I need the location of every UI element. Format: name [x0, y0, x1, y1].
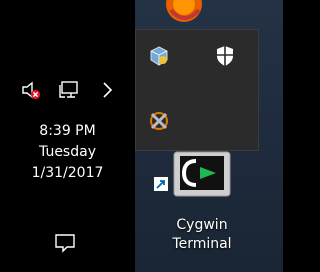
- clock-date: 1/31/2017: [31, 165, 104, 181]
- clock-time: 8:39 PM: [39, 123, 96, 139]
- action-center-icon[interactable]: [53, 231, 77, 259]
- cygwin-terminal-shortcut[interactable]: Cygwin Terminal: [150, 150, 254, 260]
- windows-defender-icon[interactable]: [215, 45, 235, 71]
- xming-icon[interactable]: [148, 110, 170, 136]
- taskbar: 8:39 PM Tuesday 1/31/2017: [0, 0, 135, 272]
- shortcut-label: Cygwin Terminal: [150, 216, 254, 254]
- shortcut-arrow-icon: [154, 176, 168, 195]
- volume-muted-icon[interactable]: [20, 78, 44, 106]
- chevron-right-icon[interactable]: [101, 78, 115, 106]
- shortcut-label-line2: Terminal: [172, 236, 232, 252]
- network-icon[interactable]: [57, 78, 81, 106]
- system-tray: [0, 78, 135, 102]
- taskbar-clock[interactable]: 8:39 PM Tuesday 1/31/2017: [0, 121, 135, 184]
- virtualbox-icon[interactable]: [148, 45, 170, 71]
- firefox-icon[interactable]: [151, 0, 215, 22]
- clock-day: Tuesday: [39, 144, 96, 160]
- cygwin-terminal-icon: [172, 150, 232, 202]
- tray-overflow-popup: [135, 29, 259, 151]
- shortcut-label-line1: Cygwin: [176, 217, 228, 233]
